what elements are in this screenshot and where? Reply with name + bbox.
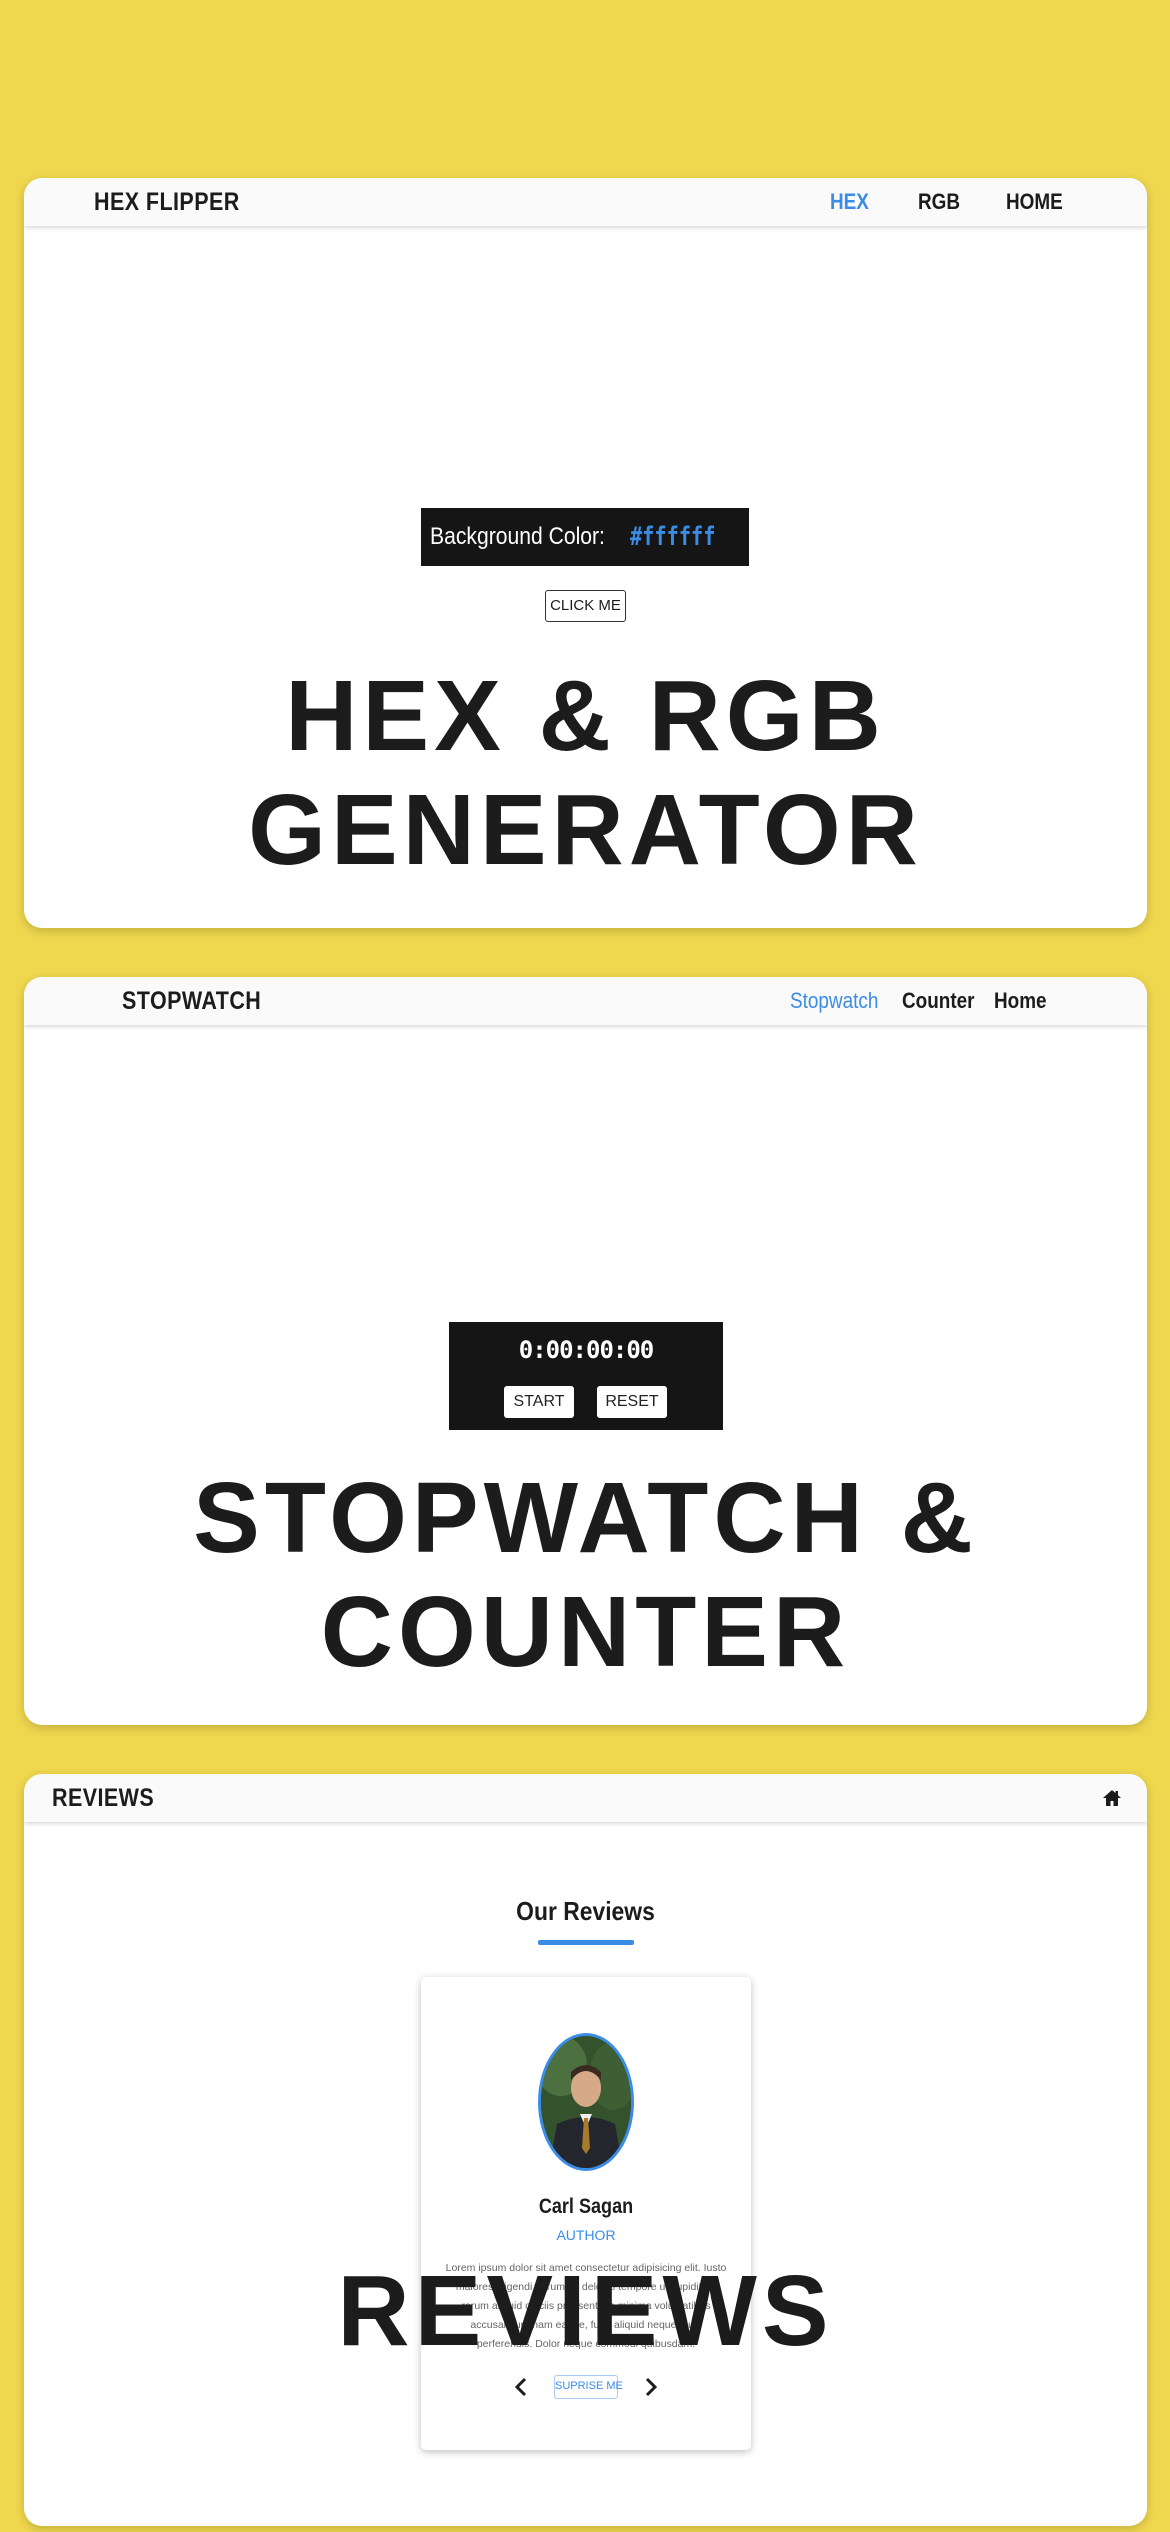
home-icon[interactable] <box>1102 1788 1122 1808</box>
stopwatch-brand[interactable]: STOPWATCH <box>122 977 261 1025</box>
hex-headline-line-1: HEX & RGB <box>285 660 886 772</box>
start-button[interactable]: START <box>504 1386 574 1418</box>
stopwatch-headline-line-1: STOPWATCH & <box>193 1462 978 1574</box>
background-color-label: Background Color: <box>430 523 605 550</box>
avatar <box>538 2033 634 2171</box>
nav-rgb-link[interactable]: RGB <box>918 178 960 226</box>
hex-headline-line-2: GENERATOR <box>248 774 923 886</box>
review-card: Carl Sagan AUTHOR Lorem ipsum dolor sit … <box>421 1977 751 2450</box>
color-display-box: Background Color: #ffffff <box>421 508 749 566</box>
reviewer-role: AUTHOR <box>556 2227 616 2243</box>
stopwatch-headline-line-2: COUNTER <box>320 1576 851 1688</box>
chevron-right-icon[interactable] <box>641 2375 661 2399</box>
reviews-card: REVIEWS Our Reviews Carl Sagan AUTHOR Lo… <box>24 1774 1147 2526</box>
click-me-button[interactable]: CLICK ME <box>545 590 626 622</box>
reset-button[interactable]: RESET <box>597 1386 667 1418</box>
hex-value: #ffffff <box>630 522 716 552</box>
stopwatch-card: STOPWATCH Stopwatch Counter Home 0:00:00… <box>24 977 1147 1725</box>
nav-hex-link[interactable]: HEX <box>830 178 869 226</box>
reviewer-name: Carl Sagan <box>538 2195 634 2218</box>
stopwatch-navbar: STOPWATCH Stopwatch Counter Home <box>24 977 1147 1025</box>
reviews-brand[interactable]: REVIEWS <box>52 1774 154 1822</box>
chevron-left-icon[interactable] <box>511 2375 531 2399</box>
stopwatch-panel: 0:00:00:00 START RESET <box>449 1322 723 1430</box>
nav-stopwatch-link[interactable]: Stopwatch <box>790 977 878 1025</box>
hex-brand[interactable]: HEX FLIPPER <box>94 178 240 226</box>
hex-flipper-card: HEX FLIPPER HEX RGB HOME Background Colo… <box>24 178 1147 928</box>
reviews-navbar: REVIEWS <box>24 1774 1147 1822</box>
nav-counter-link[interactable]: Counter <box>902 977 975 1025</box>
nav-home-link[interactable]: HOME <box>1006 178 1063 226</box>
nav-stopwatch-home-link[interactable]: Home <box>994 977 1047 1025</box>
reviews-headline: REVIEWS <box>337 2255 834 2367</box>
hex-navbar: HEX FLIPPER HEX RGB HOME <box>24 178 1147 226</box>
stopwatch-time-display: 0:00:00:00 <box>518 1336 655 1364</box>
reviews-section-title: Our Reviews <box>516 1896 655 1926</box>
title-underline <box>538 1940 634 1945</box>
surprise-me-button[interactable]: SUPRISE ME <box>554 2375 623 2399</box>
